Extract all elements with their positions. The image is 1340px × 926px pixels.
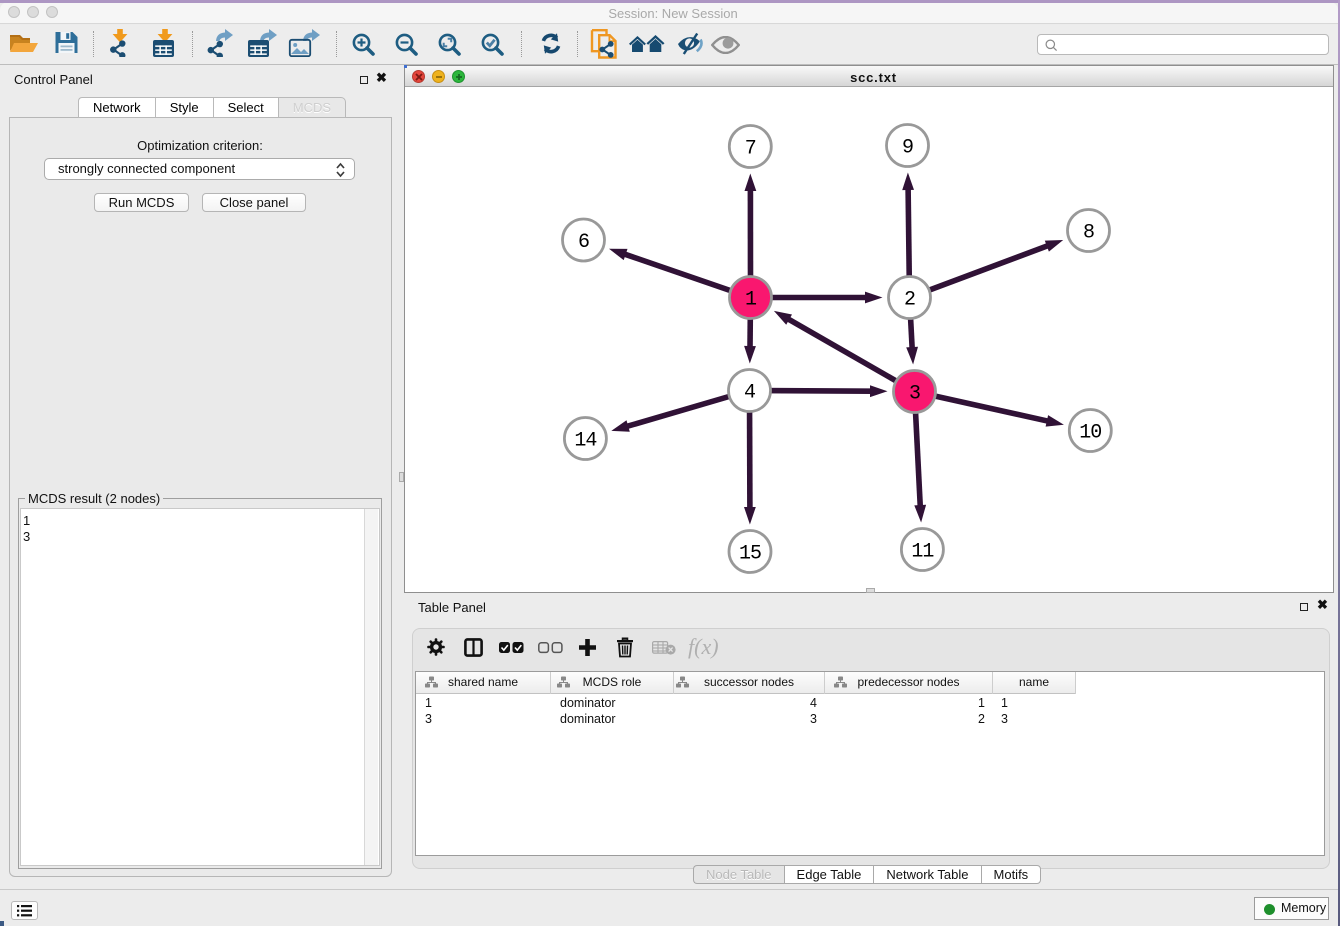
svg-text:4: 4	[744, 382, 755, 405]
svg-text:8: 8	[1083, 222, 1094, 245]
svg-text:15: 15	[739, 543, 761, 566]
svg-text:3: 3	[909, 383, 920, 406]
svg-text:1: 1	[745, 289, 757, 312]
svg-text:9: 9	[902, 137, 913, 160]
svg-text:7: 7	[745, 138, 756, 161]
svg-text:6: 6	[578, 231, 589, 254]
svg-text:2: 2	[904, 289, 915, 312]
svg-text:10: 10	[1079, 422, 1101, 445]
svg-text:14: 14	[574, 430, 596, 453]
svg-text:11: 11	[911, 541, 934, 564]
